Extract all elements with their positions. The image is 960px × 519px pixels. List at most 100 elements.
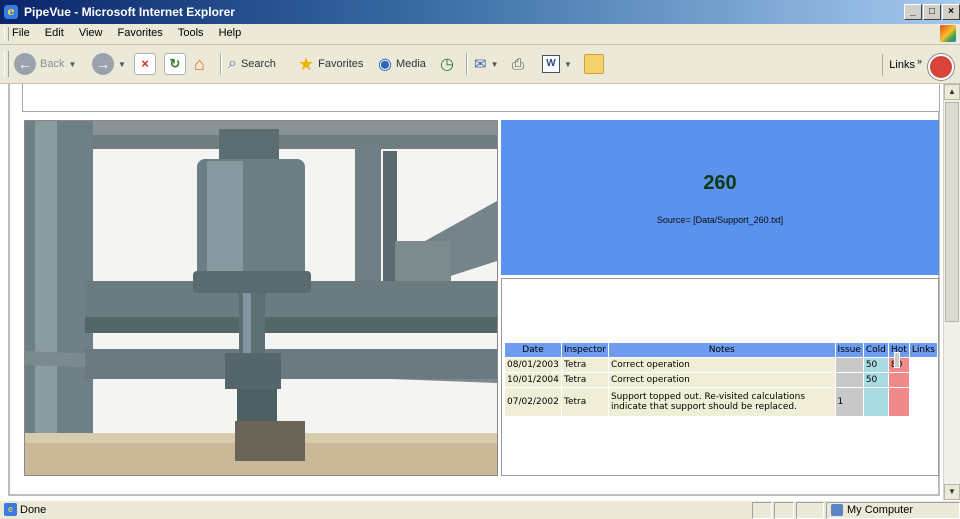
links-cell[interactable] xyxy=(893,351,900,368)
zone-label: My Computer xyxy=(847,504,914,516)
minimize-button[interactable]: _ xyxy=(904,4,922,20)
ie-app-icon[interactable]: e xyxy=(4,5,18,19)
forward-dropdown-icon[interactable]: ▼ xyxy=(118,60,126,69)
toolbar-separator xyxy=(220,53,222,75)
support-number: 260 xyxy=(703,172,737,194)
notes-cell: Support topped out. Re-visited calculati… xyxy=(607,387,836,417)
forward-arrow-icon: → xyxy=(92,53,114,75)
back-label: Back xyxy=(40,58,65,70)
menu-help[interactable]: Help xyxy=(219,27,242,39)
status-bar: e Done My Computer xyxy=(0,500,960,519)
search-button[interactable]: ⌕ Search xyxy=(228,52,276,76)
inspection-panel: Date Inspector Notes Issue Cold Hot Link… xyxy=(501,278,939,476)
column-header-links: Links xyxy=(908,342,939,358)
menu-bar: File Edit View Favorites Tools Help xyxy=(0,24,960,45)
hot-cell xyxy=(887,387,910,417)
notes-cell: Correct operation xyxy=(607,357,836,373)
window-title: PipeVue - Microsoft Internet Explorer xyxy=(24,5,235,19)
maximize-button[interactable]: □ xyxy=(923,4,941,20)
date-cell: 08/01/2003 xyxy=(504,357,562,373)
column-header-inspector: Inspector xyxy=(560,342,609,358)
mail-icon: ✉ xyxy=(474,56,487,73)
status-text: Done xyxy=(20,504,47,516)
cold-cell: 50 xyxy=(862,372,889,388)
menu-edit[interactable]: Edit xyxy=(45,27,64,39)
column-header-notes: Notes xyxy=(607,342,836,358)
close-button[interactable]: × xyxy=(942,4,960,20)
menu-tools[interactable]: Tools xyxy=(178,27,204,39)
stop-icon: × xyxy=(134,53,156,75)
status-pane xyxy=(774,502,794,519)
column-header-date: Date xyxy=(504,342,562,358)
favorites-label: Favorites xyxy=(318,58,364,70)
ie-toolbar-icon[interactable] xyxy=(928,54,954,80)
mail-dropdown-icon[interactable]: ▼ xyxy=(491,60,499,69)
favorites-button[interactable]: ★ Favorites xyxy=(298,52,363,76)
support-id-panel: 260 Source= [Data/Support_260.txt] xyxy=(501,120,939,275)
menubar-grip[interactable] xyxy=(4,27,9,41)
scroll-down-button[interactable]: ▼ xyxy=(944,484,960,500)
note-icon xyxy=(584,54,604,74)
back-button[interactable]: ← Back ▼ xyxy=(14,52,76,76)
back-arrow-icon: ← xyxy=(14,53,36,75)
security-zone: My Computer xyxy=(826,502,960,519)
inspection-header-row: Date Inspector Notes Issue Cold Hot Link… xyxy=(504,342,939,358)
page-done-icon: e xyxy=(4,503,17,516)
chevron-right-icon: » xyxy=(916,56,922,66)
print-button[interactable]: ⎙ xyxy=(512,52,524,76)
search-icon: ⌕ xyxy=(228,55,237,72)
discuss-button[interactable] xyxy=(584,52,604,76)
media-label: Media xyxy=(395,58,426,70)
column-header-cold: Cold xyxy=(862,342,889,358)
print-icon: ⎙ xyxy=(512,55,525,73)
vertical-scrollbar[interactable]: ▲ ▼ xyxy=(943,84,960,500)
word-icon: W xyxy=(542,55,560,73)
top-frame-band xyxy=(22,84,940,112)
menu-view[interactable]: View xyxy=(79,27,103,39)
media-globe-icon: ◉ xyxy=(378,56,392,73)
inspector-cell: Tetra xyxy=(560,372,609,388)
mail-button[interactable]: ✉ ▼ xyxy=(474,52,499,76)
pipe-support-photo-illustration xyxy=(25,121,497,475)
inspection-table: Date Inspector Notes Issue Cold Hot Link… xyxy=(504,342,939,417)
notes-cell: Correct operation xyxy=(607,372,836,388)
forward-button[interactable]: → ▼ xyxy=(92,52,126,76)
media-button[interactable]: ◉ Media xyxy=(378,52,426,76)
stop-button[interactable]: × xyxy=(134,52,156,76)
refresh-button[interactable]: ↻ xyxy=(164,52,186,76)
toolbar-separator xyxy=(466,53,468,75)
home-icon: ⌂ xyxy=(194,53,205,74)
support-source: Source= [Data/Support_260.txt] xyxy=(656,215,784,225)
windows-logo-icon xyxy=(940,25,956,42)
back-dropdown-icon[interactable]: ▼ xyxy=(68,60,76,69)
links-button[interactable]: Links» xyxy=(882,54,922,76)
issue-cell: 1 xyxy=(834,387,864,417)
menu-favorites[interactable]: Favorites xyxy=(118,27,163,39)
toolbar-grip[interactable] xyxy=(4,51,9,77)
pipe-support-photo xyxy=(24,120,498,476)
inspector-cell: Tetra xyxy=(560,357,609,373)
home-button[interactable]: ⌂ xyxy=(194,52,205,76)
edit-with-word-button[interactable]: W ▼ xyxy=(542,52,572,76)
inspector-cell: Tetra xyxy=(560,387,609,417)
table-row[interactable]: 08/01/2003 Tetra Correct operation 50 80 xyxy=(504,351,938,373)
issue-cell xyxy=(834,357,864,373)
refresh-icon: ↻ xyxy=(164,53,186,75)
edit-dropdown-icon[interactable]: ▼ xyxy=(564,60,572,69)
scroll-thumb[interactable] xyxy=(945,102,959,322)
table-row[interactable]: 10/01/2004 Tetra Correct operation 50 xyxy=(504,351,938,388)
window-controls: _ □ × xyxy=(903,3,960,20)
table-row[interactable]: 07/02/2002 Tetra Support topped out. Re-… xyxy=(504,351,938,417)
hot-cell xyxy=(887,372,910,388)
scroll-up-button[interactable]: ▲ xyxy=(944,84,960,100)
history-icon: ◷ xyxy=(440,56,454,73)
status-pane xyxy=(796,502,824,519)
cold-cell: 50 xyxy=(862,357,889,373)
date-cell: 07/02/2002 xyxy=(504,387,562,417)
standard-toolbar: ← Back ▼ → ▼ × ↻ ⌂ ⌕ Search ★ Favorites … xyxy=(0,45,960,84)
computer-icon xyxy=(831,504,843,516)
cold-cell xyxy=(862,387,889,417)
menu-file[interactable]: File xyxy=(12,27,30,39)
links-label: Links xyxy=(889,59,915,71)
history-button[interactable]: ◷ xyxy=(440,52,454,76)
